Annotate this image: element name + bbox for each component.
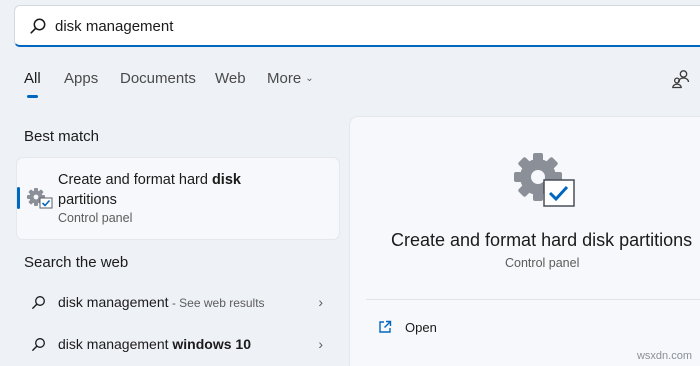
tab-web[interactable]: Web <box>215 70 246 87</box>
search-input[interactable] <box>55 15 655 37</box>
search-icon <box>30 18 46 34</box>
tab-active-indicator <box>27 95 38 98</box>
web-result-bold: windows 10 <box>168 336 251 352</box>
tab-apps-label: Apps <box>64 70 99 87</box>
gear-check-icon <box>27 188 53 209</box>
open-label: Open <box>405 320 437 335</box>
best-match-card[interactable]: Create and format hard disk partitions C… <box>17 158 339 239</box>
best-match-title-text-2: partitions <box>58 192 117 208</box>
gear-check-icon <box>514 153 575 207</box>
tab-more-label: More <box>267 70 302 87</box>
web-result-suffix: - See web results <box>168 296 265 310</box>
tab-all[interactable]: All <box>24 70 41 98</box>
search-web-heading: Search the web <box>24 254 129 271</box>
detail-panel: Create and format hard disk partitions C… <box>350 117 700 366</box>
tab-more[interactable]: More ⌄ <box>267 70 314 87</box>
web-result-row[interactable]: disk management windows 10 › <box>17 327 339 363</box>
tab-web-label: Web <box>215 70 246 87</box>
best-match-title: Create and format hard disk partitions <box>58 170 258 210</box>
best-match-heading: Best match <box>24 128 100 145</box>
open-button[interactable]: Open <box>366 312 684 344</box>
watermark: wsxdn.com <box>636 350 692 362</box>
detail-subtitle: Control panel <box>505 256 580 270</box>
best-match-subtitle: Control panel <box>58 211 133 225</box>
selection-indicator <box>17 187 20 209</box>
tab-documents[interactable]: Documents <box>120 70 196 87</box>
search-bar[interactable] <box>14 5 700 47</box>
web-result-row[interactable]: disk management - See web results › <box>17 285 339 321</box>
search-icon <box>32 338 45 351</box>
open-external-icon <box>379 320 392 333</box>
web-result-text: disk management windows 10 <box>58 336 251 352</box>
tab-apps[interactable]: Apps <box>64 70 98 87</box>
chevron-down-icon: ⌄ <box>305 73 314 84</box>
best-match-title-bold: disk <box>211 172 241 188</box>
tab-all-label: All <box>24 70 41 87</box>
web-result-text: disk management - See web results <box>58 294 265 310</box>
best-match-title-text: Create and format hard <box>58 172 212 188</box>
divider <box>366 299 700 300</box>
web-result-query: disk management <box>58 294 169 310</box>
people-icon[interactable] <box>671 69 691 89</box>
search-icon <box>32 296 45 309</box>
tab-documents-label: Documents <box>120 70 196 87</box>
chevron-right-icon: › <box>318 294 323 310</box>
detail-title: Create and format hard disk partitions <box>391 230 693 250</box>
chevron-right-icon: › <box>318 336 323 352</box>
web-result-query: disk management <box>58 336 169 352</box>
